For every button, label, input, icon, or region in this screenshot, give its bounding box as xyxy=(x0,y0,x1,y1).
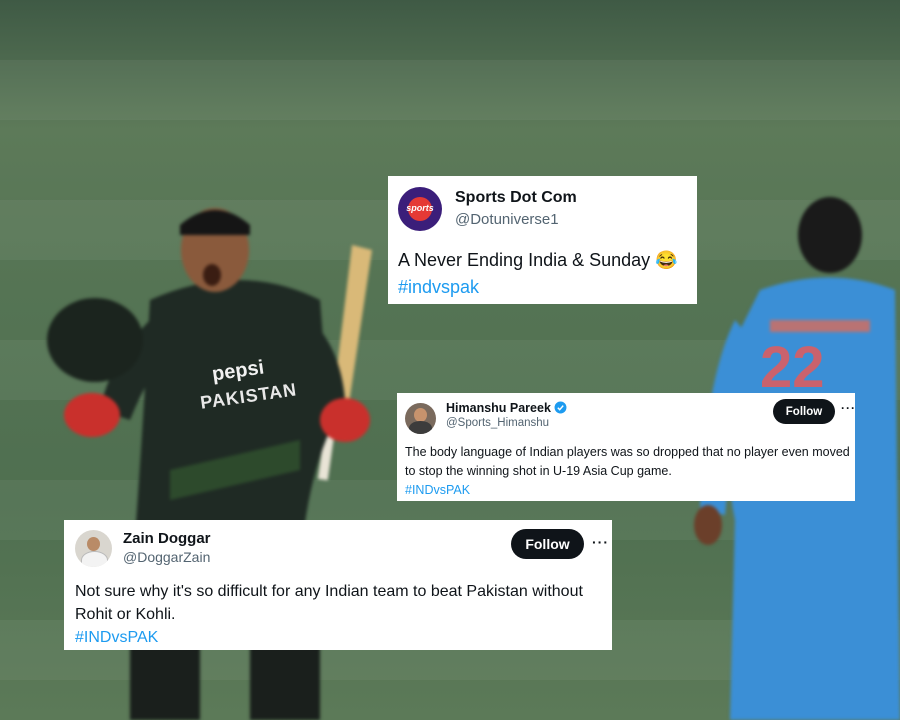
author-name[interactable]: Sports Dot Com xyxy=(455,189,577,207)
author-name[interactable]: Zain Doggar xyxy=(123,530,211,547)
hashtag-link[interactable]: #indvspak xyxy=(398,274,693,301)
more-options-icon[interactable]: ··· xyxy=(841,401,856,415)
follow-button[interactable]: Follow xyxy=(511,529,584,559)
tweet-card-sports-dot-com: sports Sports Dot Com @Dotuniverse1 A Ne… xyxy=(388,176,697,304)
himanshu-pareek-avatar[interactable] xyxy=(405,403,436,434)
author-name[interactable]: Himanshu Pareek xyxy=(446,401,567,415)
tweet-card-himanshu-pareek: Himanshu Pareek @Sports_Himanshu Follow … xyxy=(397,393,855,501)
author-handle[interactable]: @DoggarZain xyxy=(123,549,210,565)
more-options-icon[interactable]: ··· xyxy=(592,534,609,550)
tweet-text: Not sure why it's so difficult for any I… xyxy=(75,580,609,649)
tweet-body: Not sure why it's so difficult for any I… xyxy=(75,583,583,623)
author-handle[interactable]: @Dotuniverse1 xyxy=(455,211,559,228)
tweet-body: A Never Ending India & Sunday 😂 xyxy=(398,250,678,270)
tweet-body: The body language of Indian players was … xyxy=(405,445,850,478)
avatar-text: sports xyxy=(406,203,434,213)
author-name-text: Himanshu Pareek xyxy=(446,401,551,415)
zain-doggar-avatar[interactable] xyxy=(75,530,112,567)
hashtag-link[interactable]: #INDvsPAK xyxy=(405,481,851,500)
hashtag-link[interactable]: #INDvsPAK xyxy=(75,626,609,649)
tweet-card-zain-doggar: Zain Doggar @DoggarZain Follow ··· Not s… xyxy=(64,520,612,650)
tweet-text: A Never Ending India & Sunday 😂 #indvspa… xyxy=(398,247,693,301)
tweet-text: The body language of Indian players was … xyxy=(405,443,851,500)
sports-dot-com-avatar[interactable]: sports xyxy=(398,187,442,231)
verified-badge-icon xyxy=(554,401,567,414)
india-jersey-number: 22 xyxy=(760,335,825,400)
author-handle[interactable]: @Sports_Himanshu xyxy=(446,417,549,429)
follow-button[interactable]: Follow xyxy=(773,399,835,424)
